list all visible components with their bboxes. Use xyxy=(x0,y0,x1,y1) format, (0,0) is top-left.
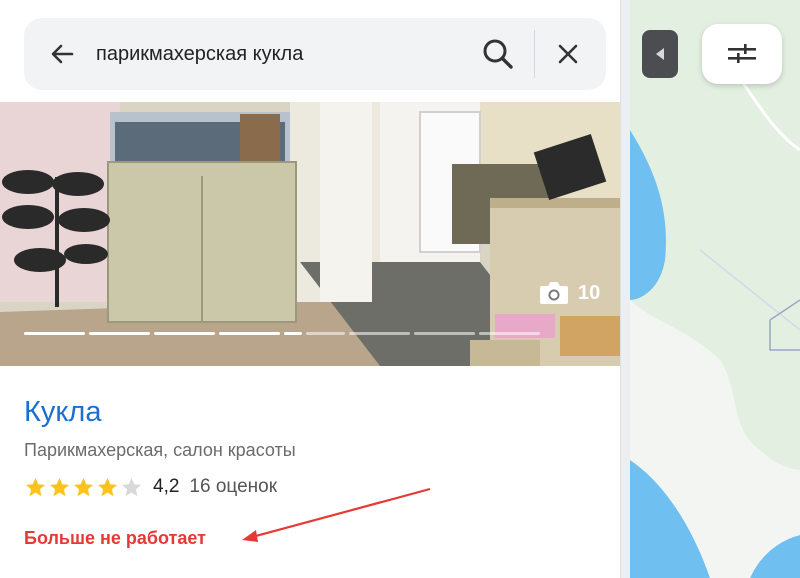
camera-icon xyxy=(540,282,568,304)
star-icon xyxy=(49,477,70,496)
photo-pager-dot[interactable] xyxy=(349,332,410,335)
photo-pager-dot[interactable] xyxy=(414,332,475,335)
photo-pager-dot[interactable] xyxy=(306,332,345,335)
star-icon xyxy=(25,477,46,496)
reviews-count-link[interactable]: 16 оценок xyxy=(189,476,277,498)
map-area[interactable] xyxy=(630,0,800,578)
rating-value: 4,2 xyxy=(153,476,180,497)
magnifier-icon[interactable] xyxy=(480,36,516,72)
close-icon[interactable] xyxy=(552,38,584,70)
star-icon xyxy=(97,477,118,496)
photo-pager-dot[interactable] xyxy=(154,332,215,335)
star-icon xyxy=(121,477,142,496)
search-bar xyxy=(24,18,606,90)
photo-pager-dot[interactable] xyxy=(24,332,85,335)
rating-row: 4,2 16 оценок xyxy=(24,474,277,500)
search-input[interactable] xyxy=(96,40,476,68)
photo-count: 10 xyxy=(538,280,600,306)
photo-pager-dot[interactable] xyxy=(219,332,280,335)
photo-count-value: 10 xyxy=(578,281,601,304)
sliders-icon xyxy=(728,44,756,63)
photo-gallery[interactable]: 10 xyxy=(0,102,630,366)
status-closed: Больше не работает xyxy=(24,528,206,548)
photo-pager-dot[interactable] xyxy=(89,332,150,335)
salon-photo xyxy=(0,102,630,366)
rating-stars xyxy=(24,476,143,499)
collapse-panel-button[interactable] xyxy=(642,30,678,78)
org-name-link[interactable]: Кукла xyxy=(24,396,101,429)
panel-scrollbar[interactable] xyxy=(620,0,630,578)
map-canvas xyxy=(630,0,800,578)
photo-pager-dot-progress[interactable] xyxy=(284,332,302,335)
triangle-left-icon xyxy=(656,48,664,60)
sidebar-panel: 10 Кукла Парикмахерская, салон красоты 4… xyxy=(0,0,630,578)
org-category: Парикмахерская, салон красоты xyxy=(24,440,296,460)
photo-pager xyxy=(24,332,540,335)
arrow-left-icon[interactable] xyxy=(46,38,78,70)
star-icon xyxy=(73,477,94,496)
filter-button[interactable] xyxy=(702,24,782,84)
search-divider xyxy=(534,30,535,78)
photo-pager-dot[interactable] xyxy=(479,332,540,335)
